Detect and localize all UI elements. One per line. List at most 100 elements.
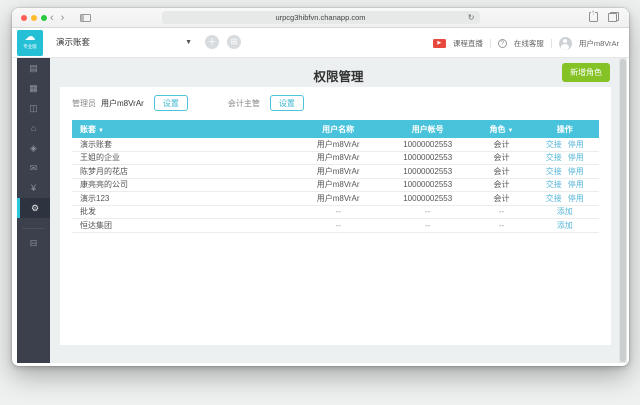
disable-link[interactable]: 停用 [568, 167, 584, 176]
voucher-icon: ▤ [29, 63, 38, 74]
column-header-actions: 操作 [530, 124, 599, 135]
handover-link[interactable]: 交接 [546, 167, 562, 176]
cell-user-account: 10000002553 [383, 153, 473, 162]
cell-actions: 交接停用 [530, 193, 599, 204]
minimize-window-button[interactable] [31, 15, 37, 21]
cell-role: 会计 [472, 152, 530, 163]
cell-actions: 交接停用 [530, 166, 599, 177]
cell-actions: 交接停用 [530, 152, 599, 163]
add-link[interactable]: 添加 [557, 221, 573, 230]
invoice-icon: ✉ [30, 163, 38, 174]
scrollbar[interactable] [619, 58, 627, 363]
traffic-lights [21, 15, 47, 21]
handover-link[interactable]: 交接 [546, 180, 562, 189]
sidebar-toggle-icon[interactable] [80, 14, 91, 22]
report-icon: ◫ [29, 103, 38, 114]
zoom-window-button[interactable] [41, 15, 47, 21]
disable-link[interactable]: 停用 [568, 180, 584, 189]
apps-grid-button[interactable]: ⊞ [227, 35, 241, 49]
table-header-row: 账套▼ 用户名称 用户帐号 角色▼ 操作 [72, 120, 599, 138]
cell-user-account: 10000002553 [383, 194, 473, 203]
supervisor-settings-button[interactable]: 设置 [270, 95, 304, 111]
cell-actions: 添加 [530, 206, 599, 217]
sidebar-item-report[interactable]: ◫ [17, 98, 50, 118]
cell-user-name: -- [293, 207, 383, 216]
cloud-icon: ☁ [17, 30, 43, 45]
live-video-icon: ▶ [433, 39, 446, 48]
sidebar-item-ledger[interactable]: ▦ [17, 78, 50, 98]
main-content: 权限管理 新增角色 管理员 用户m8VrAr 设置 会计主管 设置 账套▼ 用户… [50, 58, 627, 363]
page-title: 权限管理 [50, 66, 627, 85]
assets-icon: ⌂ [31, 123, 36, 133]
permissions-card: 管理员 用户m8VrAr 设置 会计主管 设置 账套▼ 用户名称 用户帐号 角色… [60, 87, 611, 345]
browser-window: ‹ › urpcg3hibfvn.chanapp.com ↻ ☁ 专业版 演示账… [12, 8, 629, 366]
column-header-account-set[interactable]: 账套▼ [72, 124, 293, 135]
column-label: 账套 [80, 125, 96, 134]
address-bar[interactable]: urpcg3hibfvn.chanapp.com ↻ [162, 11, 480, 24]
client-download-icon: ⊟ [30, 238, 38, 249]
sidebar-item-assets[interactable]: ⌂ [17, 118, 50, 138]
cell-user-name: -- [293, 221, 383, 230]
live-course-link[interactable]: 课程直播 [453, 38, 483, 49]
disable-link[interactable]: 停用 [568, 194, 584, 203]
cell-user-account: -- [383, 207, 473, 216]
account-set-dropdown[interactable]: 演示账套 ▼ [56, 33, 192, 52]
handover-link[interactable]: 交接 [546, 153, 562, 162]
forward-button[interactable]: › [61, 11, 65, 25]
cell-user-account: 10000002553 [383, 180, 473, 189]
cell-user-name: 用户m8VrAr [293, 166, 383, 177]
tab-overview-icon[interactable] [608, 12, 619, 22]
sort-caret-icon: ▼ [98, 128, 104, 134]
cell-user-account: -- [383, 221, 473, 230]
salary-icon: ¥ [31, 183, 36, 193]
add-role-button[interactable]: 新增角色 [562, 63, 610, 82]
column-label: 操作 [557, 125, 573, 134]
username-label[interactable]: 用户m8VrAr [579, 38, 619, 49]
gear-icon: ⚙ [31, 203, 39, 214]
disable-link[interactable]: 停用 [568, 153, 584, 162]
share-icon[interactable] [589, 12, 598, 22]
disable-link[interactable]: 停用 [568, 140, 584, 149]
cell-account-set: 王姐的企业 [72, 152, 293, 163]
cell-role: 会计 [472, 139, 530, 150]
cell-user-name: 用户m8VrAr [293, 179, 383, 190]
cell-user-account: 10000002553 [383, 167, 473, 176]
online-service-link[interactable]: 在线客服 [514, 38, 544, 49]
sidebar-divider [22, 228, 45, 229]
sidebar-item-funds[interactable]: ◈ [17, 138, 50, 158]
handover-link[interactable]: 交接 [546, 140, 562, 149]
add-account-set-button[interactable]: ＋ [205, 35, 219, 49]
back-button[interactable]: ‹ [50, 11, 54, 25]
sidebar-nav: ▤ ▦ ◫ ⌂ ◈ ✉ ¥ ⚙ ⊟ [17, 58, 50, 363]
sidebar-item-settings[interactable]: ⚙ [17, 198, 50, 218]
help-icon: ? [498, 39, 507, 48]
close-window-button[interactable] [21, 15, 27, 21]
url-text: urpcg3hibfvn.chanapp.com [275, 13, 365, 22]
roles-bar: 管理员 用户m8VrAr 设置 会计主管 设置 [60, 87, 611, 118]
sidebar-item-client-download[interactable]: ⊟ [17, 233, 50, 253]
divider [551, 39, 552, 48]
cell-actions: 添加 [530, 220, 599, 231]
column-header-user-name: 用户名称 [293, 124, 383, 135]
reload-icon[interactable]: ↻ [468, 11, 475, 24]
cell-role: -- [472, 221, 530, 230]
table-row: 王姐的企业 用户m8VrAr 10000002553 会计 交接停用 [72, 152, 599, 166]
admin-label: 管理员 [72, 98, 96, 109]
handover-link[interactable]: 交接 [546, 194, 562, 203]
add-link[interactable]: 添加 [557, 207, 573, 216]
cell-actions: 交接停用 [530, 179, 599, 190]
sidebar-item-invoice[interactable]: ✉ [17, 158, 50, 178]
cell-role: 会计 [472, 179, 530, 190]
cell-user-name: 用户m8VrAr [293, 152, 383, 163]
chevron-down-icon: ▼ [185, 33, 192, 52]
sidebar-item-voucher[interactable]: ▤ [17, 58, 50, 78]
scrollbar-thumb[interactable] [620, 59, 626, 362]
cell-account-set: 康亮亮的公司 [72, 179, 293, 190]
column-header-role[interactable]: 角色▼ [472, 124, 530, 135]
admin-settings-button[interactable]: 设置 [154, 95, 188, 111]
cell-account-set: 演示账套 [72, 139, 293, 150]
column-header-user-account: 用户帐号 [383, 124, 473, 135]
column-label: 角色 [489, 125, 505, 134]
avatar[interactable] [559, 37, 572, 50]
sidebar-item-salary[interactable]: ¥ [17, 178, 50, 198]
